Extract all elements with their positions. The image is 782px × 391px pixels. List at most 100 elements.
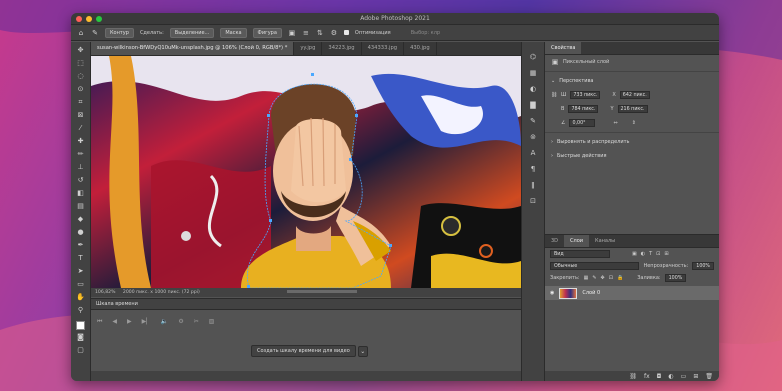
flip-horizontal-icon[interactable]: ⇔ xyxy=(613,120,617,126)
fill-field[interactable]: 100% xyxy=(664,274,687,282)
crop-tool-icon[interactable]: ⌗ xyxy=(75,97,87,108)
doc-tab[interactable]: 434333.jpg xyxy=(362,42,405,55)
optimize-checkbox[interactable] xyxy=(343,30,349,35)
marquee-tool-icon[interactable]: ⬚ xyxy=(75,58,87,69)
pen-tool-icon[interactable]: ✎ xyxy=(91,29,99,37)
eyedropper-tool-icon[interactable]: ⁄ xyxy=(75,123,87,134)
y-field[interactable]: 216 пикс. xyxy=(617,105,648,113)
pen-tool-icon-2[interactable]: ✒ xyxy=(75,240,87,251)
quick-select-tool-icon[interactable]: ⊙ xyxy=(75,84,87,95)
x-field[interactable]: 642 пикс. xyxy=(619,91,650,99)
paragraph-icon[interactable]: ¶ xyxy=(527,164,539,175)
frame-tool-icon[interactable]: ⊠ xyxy=(75,110,87,121)
tab-properties[interactable]: Свойства xyxy=(545,42,582,54)
zoom-button[interactable] xyxy=(96,16,102,22)
path-align-icon[interactable]: ≡ xyxy=(302,29,310,37)
next-frame-icon[interactable]: ▶▏ xyxy=(142,318,151,326)
trash-icon[interactable]: 🗑 xyxy=(705,373,713,380)
first-frame-icon[interactable]: ⏮ xyxy=(97,318,102,326)
hand-tool-icon[interactable]: ✋ xyxy=(75,292,87,303)
filter-shape-icon[interactable]: ⊡ xyxy=(656,251,660,257)
type-tool-icon[interactable]: T xyxy=(75,253,87,264)
group-icon[interactable]: ▭ xyxy=(681,373,687,380)
width-field[interactable]: 733 пикс. xyxy=(570,91,601,99)
flip-vertical-icon[interactable]: ⇕ xyxy=(632,120,636,126)
filter-adjust-icon[interactable]: ◐ xyxy=(641,251,645,257)
play-icon[interactable]: ▶ xyxy=(127,318,132,326)
path-select-tool-icon[interactable]: ➤ xyxy=(75,266,87,277)
layer-row[interactable]: ◉ Слой 0 xyxy=(545,286,719,300)
navigator-icon[interactable]: ⊡ xyxy=(527,196,539,207)
brush-settings-icon[interactable]: ✎ xyxy=(527,116,539,127)
foreground-color-swatch[interactable] xyxy=(76,321,85,330)
transform-section[interactable]: ⌄ Перспектива xyxy=(545,74,719,88)
horizontal-scrollbar[interactable] xyxy=(287,290,358,293)
doc-tab-active[interactable]: susan-wilkinson-BfWDyQ10uMk-unsplash.jpg… xyxy=(91,42,295,55)
stamp-tool-icon[interactable]: ⊥ xyxy=(75,162,87,173)
create-video-timeline-button[interactable]: Создать шкалу времени для видео xyxy=(251,345,356,357)
minimize-button[interactable] xyxy=(86,16,92,22)
gradient-tool-icon[interactable]: ▤ xyxy=(75,201,87,212)
filter-smart-icon[interactable]: ⊞ xyxy=(664,251,668,257)
add-mask-icon[interactable]: ◘ xyxy=(657,373,662,380)
tab-layers[interactable]: Слои xyxy=(564,235,590,247)
healing-tool-icon[interactable]: ✚ xyxy=(75,136,87,147)
clone-source-icon[interactable]: ⊚ xyxy=(527,132,539,143)
document-canvas[interactable] xyxy=(91,56,521,288)
home-icon[interactable]: ⌂ xyxy=(77,29,85,37)
layer-filter-select[interactable]: Вид xyxy=(550,250,610,258)
blur-tool-icon[interactable]: ◆ xyxy=(75,214,87,225)
mode-select[interactable]: Контур xyxy=(105,27,134,38)
doc-tab[interactable]: 34223.jpg xyxy=(322,42,362,55)
settings-icon[interactable]: ⚙ xyxy=(178,318,183,326)
height-field[interactable]: 784 пикс. xyxy=(568,105,599,113)
screen-mode-icon[interactable]: ▢ xyxy=(75,345,87,356)
chevron-down-icon[interactable]: ⌄ xyxy=(357,345,368,357)
quick-actions-section[interactable]: › Быстрые действия xyxy=(545,149,719,163)
align-section[interactable]: › Выровнять и распределить xyxy=(545,135,719,149)
select-search[interactable]: Выбор: клр xyxy=(411,30,440,36)
glyphs-icon[interactable]: ǁ xyxy=(527,180,539,191)
opacity-field[interactable]: 100% xyxy=(692,262,714,270)
brush-tool-icon[interactable]: ✏ xyxy=(75,149,87,160)
doc-tab[interactable]: 430.jpg xyxy=(404,42,437,55)
history-brush-icon[interactable]: ↺ xyxy=(75,175,87,186)
transition-icon[interactable]: ▨ xyxy=(209,318,215,326)
move-tool-icon[interactable]: ✥ xyxy=(75,45,87,56)
close-button[interactable] xyxy=(76,16,82,22)
adjustment-layer-icon[interactable]: ◐ xyxy=(668,373,673,380)
lock-position-icon[interactable]: ✥ xyxy=(601,275,605,281)
new-layer-icon[interactable]: ⊞ xyxy=(693,373,698,380)
eye-icon[interactable]: ◉ xyxy=(550,290,554,296)
shape-button[interactable]: Фигура xyxy=(252,27,282,38)
lock-artboard-icon[interactable]: ⊡ xyxy=(609,275,613,281)
quick-mask-icon[interactable]: ◙ xyxy=(75,332,87,343)
link-layers-icon[interactable]: ⛓ xyxy=(629,373,637,380)
histogram-icon[interactable]: ▇ xyxy=(527,100,539,111)
mask-button[interactable]: Маска xyxy=(220,27,247,38)
tab-3d[interactable]: 3D xyxy=(545,235,564,247)
audio-icon[interactable]: 🔈 xyxy=(161,318,168,326)
eraser-tool-icon[interactable]: ◧ xyxy=(75,188,87,199)
path-ops-icon[interactable]: ▣ xyxy=(288,29,296,37)
learn-icon[interactable]: ⌬ xyxy=(527,52,539,63)
fx-icon[interactable]: fx xyxy=(644,373,650,380)
shape-tool-icon[interactable]: ▭ xyxy=(75,279,87,290)
blend-mode-select[interactable]: Обычные xyxy=(550,262,640,270)
path-arrange-icon[interactable]: ⇅ xyxy=(316,29,324,37)
doc-tab[interactable]: yy.jpg xyxy=(294,42,323,55)
zoom-tool-icon[interactable]: ⚲ xyxy=(75,305,87,316)
tab-channels[interactable]: Каналы xyxy=(589,235,621,247)
character-icon[interactable]: A xyxy=(527,148,539,159)
lock-pixels-icon[interactable]: ✎ xyxy=(592,275,596,281)
angle-field[interactable]: 0,00° xyxy=(569,119,596,127)
prev-frame-icon[interactable]: ◀ xyxy=(112,318,117,326)
filter-type-icon[interactable]: T xyxy=(649,251,652,257)
lock-all-icon[interactable]: 🔒 xyxy=(617,275,623,281)
filter-pixel-icon[interactable]: ▣ xyxy=(632,251,637,257)
gear-icon[interactable]: ⚙ xyxy=(330,29,338,37)
adjustments-icon[interactable]: ◐ xyxy=(527,84,539,95)
lasso-tool-icon[interactable]: ◌ xyxy=(75,71,87,82)
split-icon[interactable]: ✂ xyxy=(194,318,199,326)
link-icon[interactable]: ⛓ xyxy=(551,92,557,98)
